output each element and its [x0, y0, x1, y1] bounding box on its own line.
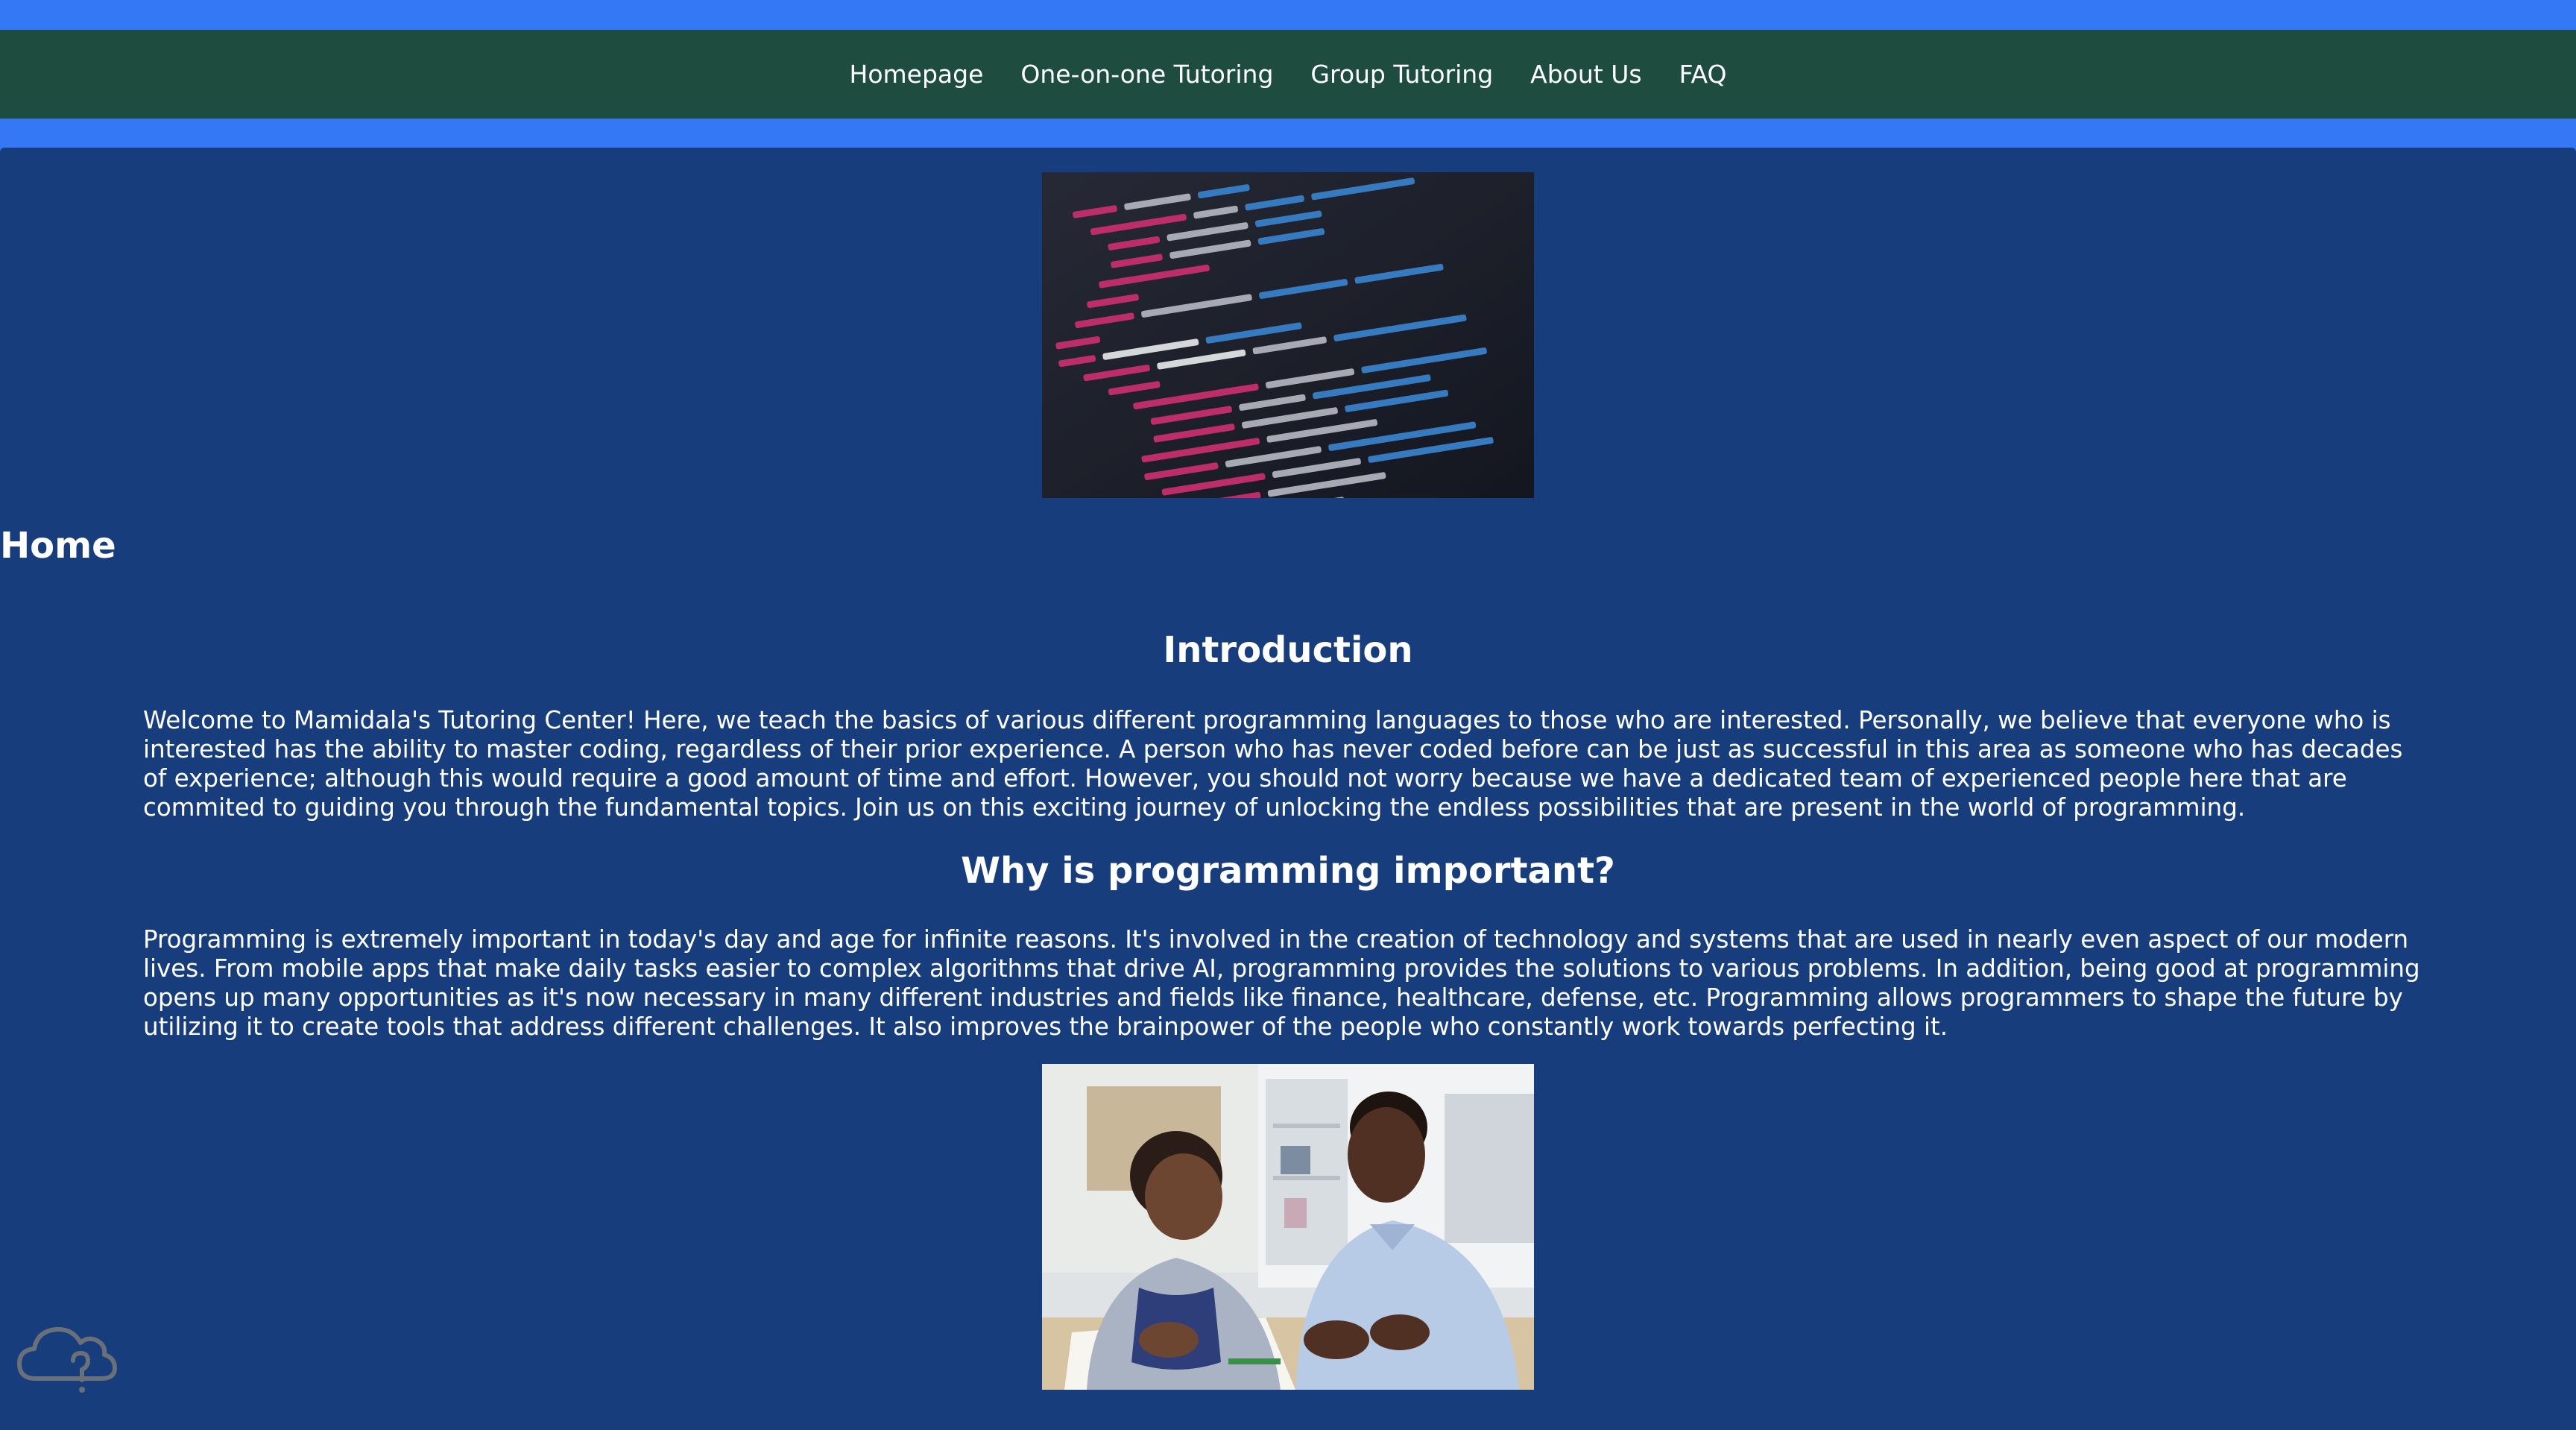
- introduction-heading: Introduction: [1163, 629, 1413, 671]
- code-screenshot-image: [1042, 172, 1534, 498]
- main-navigation: Homepage One-on-one Tutoring Group Tutor…: [0, 30, 2576, 119]
- nav-link-faq[interactable]: FAQ: [1679, 60, 1727, 89]
- top-accent-bar: [0, 0, 2576, 30]
- why-programming-text: Programming is extremely important in to…: [143, 925, 2420, 1041]
- tutoring-photo-image: [1042, 1064, 1534, 1390]
- page-title: Home: [0, 525, 116, 567]
- nav-link-group-tutoring[interactable]: Group Tutoring: [1310, 60, 1493, 89]
- introduction-text: Welcome to Mamidala's Tutoring Center! H…: [143, 706, 2403, 822]
- main-content: Home Introduction Welcome to Mamidala's …: [0, 148, 2576, 1430]
- nav-spacer: [0, 119, 2576, 148]
- why-programming-heading: Why is programming important?: [961, 850, 1615, 892]
- nav-link-one-on-one-tutoring[interactable]: One-on-one Tutoring: [1020, 60, 1273, 89]
- nav-link-homepage[interactable]: Homepage: [850, 60, 984, 89]
- nav-link-about-us[interactable]: About Us: [1530, 60, 1641, 89]
- cloud-question-icon[interactable]: [15, 1314, 119, 1400]
